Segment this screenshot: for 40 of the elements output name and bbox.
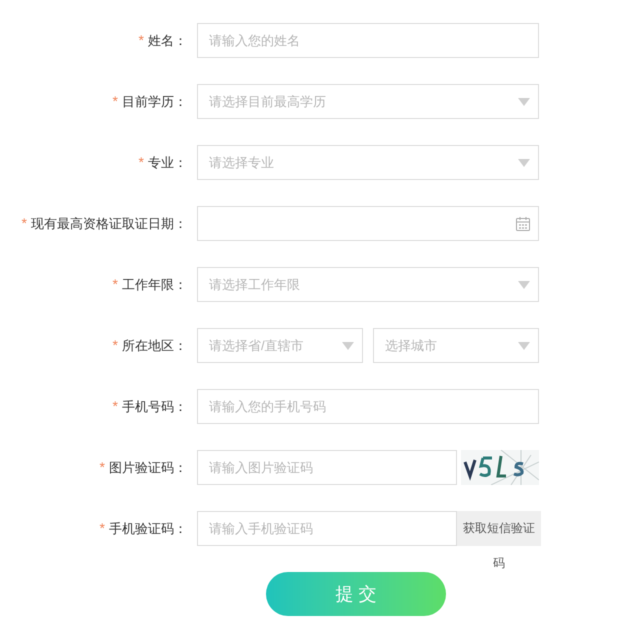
- field-label: 所在地区：: [122, 336, 187, 355]
- dropdown-caret-icon: [518, 280, 530, 288]
- field-label: 姓名：: [148, 32, 187, 50]
- required-mark: *: [112, 92, 118, 111]
- dropdown-caret-icon: [518, 158, 530, 166]
- date-field[interactable]: [197, 206, 539, 241]
- calendar-icon: [515, 216, 531, 232]
- field-label: 手机验证码：: [109, 520, 187, 538]
- required-mark: *: [138, 153, 144, 172]
- dropdown-caret-icon: [518, 342, 530, 350]
- required-mark: *: [100, 519, 105, 538]
- select-field[interactable]: 请选择专业: [197, 145, 539, 180]
- field-label: 图片验证码：: [109, 458, 187, 477]
- select-field[interactable]: 请选择目前最高学历: [197, 84, 539, 119]
- required-mark: *: [22, 214, 27, 233]
- select-field[interactable]: 请选择省/直辖市: [197, 328, 363, 363]
- field-label: 工作年限：: [122, 276, 187, 294]
- input-field[interactable]: 请输入您的手机号码: [197, 389, 539, 424]
- field-label: 目前学历：: [122, 92, 187, 111]
- field-label: 专业：: [148, 154, 187, 172]
- dropdown-caret-icon: [342, 342, 354, 350]
- required-mark: *: [112, 275, 118, 294]
- required-mark: *: [100, 458, 105, 477]
- input-field[interactable]: 请输入手机验证码: [197, 511, 457, 546]
- select-placeholder: 请选择工作年限: [209, 276, 300, 294]
- required-mark: *: [138, 31, 144, 50]
- required-mark: *: [112, 397, 118, 416]
- field-label: 手机号码：: [122, 398, 187, 416]
- required-mark: *: [112, 336, 118, 355]
- field-label: 现有最高资格证取证日期：: [31, 214, 187, 233]
- dropdown-caret-icon: [518, 98, 530, 106]
- select-placeholder: 请选择专业: [209, 154, 274, 172]
- input-field[interactable]: 请输入图片验证码: [197, 450, 457, 485]
- select-placeholder: 请选择省/直辖市: [209, 336, 304, 355]
- select-field[interactable]: 请选择工作年限: [197, 267, 539, 302]
- submit-button[interactable]: 提 交: [266, 572, 446, 616]
- select-field[interactable]: 选择城市: [373, 328, 539, 363]
- input-field[interactable]: 请输入您的姓名: [197, 23, 539, 58]
- select-placeholder: 选择城市: [385, 336, 437, 355]
- select-placeholder: 请选择目前最高学历: [209, 92, 326, 111]
